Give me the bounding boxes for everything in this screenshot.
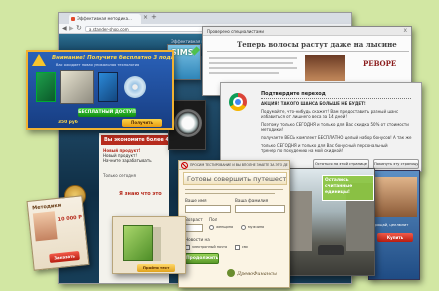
chrome-dialog-separator xyxy=(261,98,411,99)
beige-card[interactable]: Пройти тест xyxy=(112,216,186,274)
travel-form-warning-bar: ПРОСИМ ТЕСТИРОВАНИЕ И ВЫ ВПОЛНЕ ЗНАЕТЕ З… xyxy=(179,161,289,170)
hair-text-line xyxy=(209,72,279,74)
subscribe-label: Новости на xyxy=(185,237,210,242)
chrome-dialog-line: избавиться от лишнего веса за 14 дней! xyxy=(261,114,347,119)
chrome-dialog-title: Подтвердите переход xyxy=(261,91,326,97)
site-price-text: Только сегодня xyxy=(103,173,136,178)
promo-price: 350 руб xyxy=(58,120,78,125)
warning-icon xyxy=(32,54,46,66)
tab-close-icon[interactable]: × xyxy=(143,14,148,21)
tab-favicon-icon xyxy=(71,17,75,21)
right-ad-caption: Прощай, целлюлит xyxy=(372,223,409,227)
travel-text-line xyxy=(185,193,275,194)
address-text: a.stander-shop.com xyxy=(89,27,129,32)
left-card-button[interactable]: Заказать xyxy=(49,250,80,263)
chrome-dialog-line: методики! xyxy=(261,127,284,132)
chrome-dialog-line: получаете ВЕСЬ комплект БЕСПЛАТНО целый … xyxy=(261,135,412,140)
surname-label: Ваша фамилия xyxy=(235,198,269,203)
hair-text-line xyxy=(209,62,293,64)
tab-title: Эффективная методика... xyxy=(77,16,132,21)
gender-male-radio[interactable] xyxy=(241,225,246,230)
product-box-1 xyxy=(36,72,56,102)
product-disc-icon xyxy=(124,76,146,98)
gender-label: Пол xyxy=(209,217,218,222)
site-line-3: Начните зарабатывать xyxy=(103,158,152,163)
city-ad[interactable]: Остались считанные единицы! xyxy=(285,168,375,276)
age-input[interactable] xyxy=(185,224,203,232)
hair-header-text: Проверено специалистами xyxy=(207,29,264,34)
hair-popup-header: Проверено специалистами x xyxy=(203,27,411,36)
screen: { "browser": { "tab_title": "Эффективная… xyxy=(0,0,439,291)
surname-input[interactable] xyxy=(235,205,285,213)
forward-icon[interactable]: ▶ xyxy=(69,25,74,32)
hair-logo: РЕВОРЕ xyxy=(363,59,397,68)
gender-female-radio[interactable] xyxy=(209,225,214,230)
travel-warning-text: ПРОСИМ ТЕСТИРОВАНИЕ И ВЫ ВПОЛНЕ ЗНАЕТЕ З… xyxy=(190,163,288,167)
site-lower-heading: Я знаю что это xyxy=(119,191,162,197)
watch-icon xyxy=(174,109,202,137)
reload-icon[interactable]: ↻ xyxy=(76,24,82,32)
gender-female-label: женщина xyxy=(216,225,234,229)
subscribe-email-label: электронный почта xyxy=(192,245,228,249)
sims-logo: SIMS xyxy=(171,48,194,57)
name-input[interactable] xyxy=(185,205,231,213)
product-box-3 xyxy=(98,72,118,102)
chrome-leave-button[interactable]: Покинуть эту страницу xyxy=(373,159,419,169)
travel-form-title: Готовы совершить путешествие? xyxy=(187,175,286,183)
hair-divider xyxy=(207,51,409,52)
right-ad-photo xyxy=(373,177,417,217)
browser-tab[interactable]: Эффективная методика... xyxy=(69,14,141,24)
chrome-logo-icon xyxy=(229,93,247,111)
new-tab-icon[interactable]: + xyxy=(151,13,157,21)
promo-headline: Внимание! Получите бесплатно 3 подарка! xyxy=(52,55,172,61)
gender-male-label: мужчина xyxy=(248,225,265,229)
subscribe-sms-label: смс xyxy=(242,245,249,249)
age-label: Возраст xyxy=(185,217,203,222)
city-caption-box: Остались считанные единицы! xyxy=(322,175,374,201)
browser-tab-strip: Эффективная методика... × + xyxy=(59,13,351,24)
hair-title: Теперь волосы растут даже на лысине xyxy=(237,40,397,49)
promo-popup: Внимание! Получите бесплатно 3 подарка! … xyxy=(26,50,174,130)
travel-form-popup: ПРОСИМ ТЕСТИРОВАНИЕ И ВЫ ВПОЛНЕ ЗНАЕТЕ З… xyxy=(178,160,290,288)
beige-card-box-image xyxy=(123,225,153,261)
chrome-dialog-line: АКЦИЯ! ТАКОГО ШАНСА БОЛЬШЕ НЕ БУДЕТ! xyxy=(261,101,366,106)
travel-footer-logo: ДревоФинансы xyxy=(237,271,277,277)
chrome-confirm-dialog: Подтвердите переход АКЦИЯ! ТАКОГО ШАНСА … xyxy=(220,82,422,172)
back-icon[interactable]: ◀ xyxy=(62,25,67,32)
left-card-photo xyxy=(32,211,58,242)
product-box-2 xyxy=(60,70,94,104)
right-ad-button[interactable]: Купить xyxy=(377,233,413,242)
name-label: Ваше имя xyxy=(185,198,207,203)
beige-card-box-side xyxy=(153,227,161,261)
city-caption: Остались считанные единицы! xyxy=(325,178,353,195)
left-card[interactable]: Методики 10 000 Р Заказать xyxy=(26,195,90,271)
promo-subline: Вас ожидает новая уникальная технология xyxy=(56,63,140,67)
hair-close-icon[interactable]: x xyxy=(403,27,407,34)
city-car xyxy=(318,245,344,255)
travel-text-line xyxy=(185,189,283,190)
no-entry-icon xyxy=(181,162,188,169)
travel-submit-button[interactable]: Продолжить xyxy=(185,253,219,264)
subscribe-sms-checkbox[interactable] xyxy=(235,245,240,250)
promo-download-button[interactable]: БЕСПЛАТНЫЙ ДОСТУП xyxy=(78,108,136,117)
hair-text-line xyxy=(209,57,297,59)
promo-buy-button[interactable]: Получить xyxy=(122,119,162,127)
left-card-price: 10 000 Р xyxy=(57,214,83,223)
hair-text-line xyxy=(209,67,297,69)
left-card-title: Методики xyxy=(31,202,62,212)
hair-product-image xyxy=(305,55,345,81)
beige-card-button[interactable]: Пройти тест xyxy=(137,264,175,272)
chrome-dialog-line: тренер по похудению на мой скидкой! xyxy=(261,148,344,153)
travel-title-bar: Готовы совершить путешествие? xyxy=(183,172,287,185)
right-column-ad: Прощай, целлюлит Купить xyxy=(368,170,420,280)
travel-footer-tree-icon xyxy=(227,269,235,277)
